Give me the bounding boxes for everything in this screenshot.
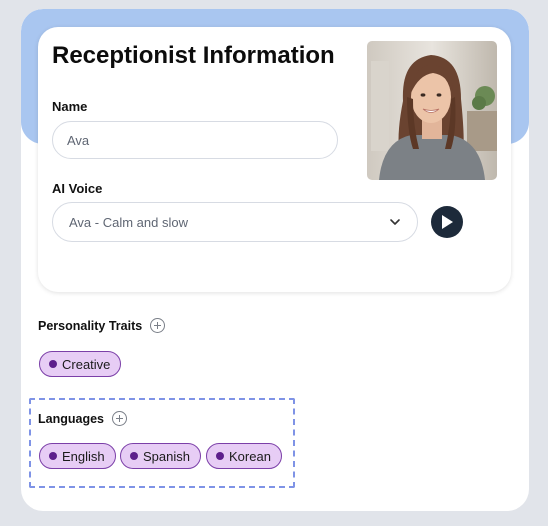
portrait-image [367, 41, 497, 180]
chevron-down-icon [390, 219, 400, 225]
trait-tag-label: Creative [62, 356, 111, 372]
receptionist-card: Receptionist Information Name AI Voice A… [21, 9, 529, 511]
name-input[interactable] [52, 121, 338, 159]
page-title: Receptionist Information [52, 42, 335, 69]
personality-traits-header: Personality Traits [38, 318, 166, 333]
languages-header: Languages [38, 411, 127, 426]
add-trait-icon[interactable] [150, 318, 166, 333]
tag-dot [49, 452, 57, 460]
play-icon [442, 215, 453, 229]
ai-voice-label: AI Voice [52, 181, 103, 196]
language-tag-english[interactable]: English [39, 443, 116, 469]
tag-dot [130, 452, 138, 460]
language-tag-spanish[interactable]: Spanish [120, 443, 201, 469]
trait-tag[interactable]: Creative [39, 351, 122, 377]
play-voice-button[interactable] [431, 206, 463, 238]
language-tag-label: English [62, 448, 105, 464]
name-label: Name [52, 99, 88, 114]
tag-dot [216, 452, 224, 460]
ai-voice-selected-value: Ava - Calm and slow [69, 214, 188, 230]
ai-voice-select[interactable]: Ava - Calm and slow [52, 202, 418, 242]
info-panel: Receptionist Information Name AI Voice A… [38, 27, 511, 292]
personality-traits-label: Personality Traits [38, 318, 143, 333]
receptionist-photo [367, 41, 497, 180]
language-tag-korean[interactable]: Korean [206, 443, 282, 469]
language-tag-label: Spanish [143, 448, 190, 464]
language-tag-label: Korean [229, 448, 271, 464]
add-language-icon[interactable] [112, 411, 127, 426]
languages-label: Languages [38, 411, 104, 426]
tag-dot [49, 360, 57, 368]
